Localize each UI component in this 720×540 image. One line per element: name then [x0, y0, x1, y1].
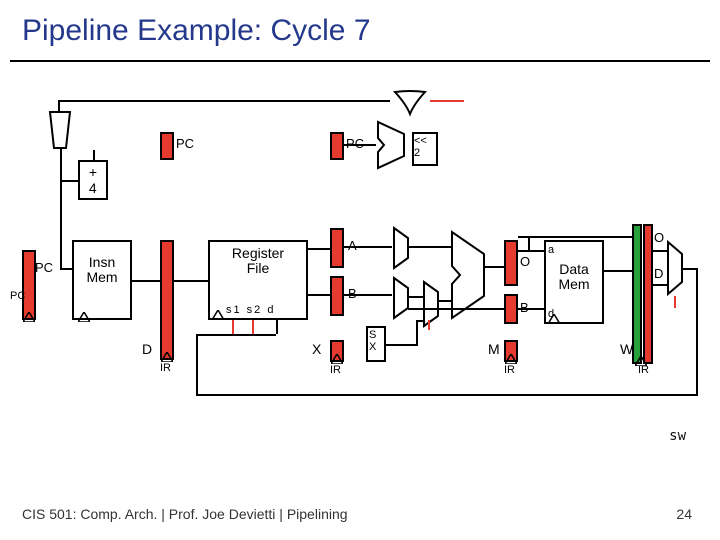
wire	[60, 180, 78, 182]
d-port-label: D	[654, 266, 663, 281]
wire	[344, 144, 376, 146]
dmem-label: Data Mem	[546, 262, 602, 291]
wire	[196, 334, 276, 336]
wire	[408, 308, 504, 310]
wire	[682, 268, 696, 270]
clock-triangle-icon	[23, 312, 35, 322]
wire	[132, 280, 160, 282]
wire	[430, 100, 464, 102]
wire	[58, 100, 390, 102]
x-label: X	[312, 342, 321, 357]
pc-port-label: PC	[35, 260, 53, 275]
wire	[518, 250, 544, 252]
shl2-label: << 2	[414, 136, 427, 159]
pc-label: PC	[10, 290, 25, 302]
wire	[344, 294, 392, 296]
pc-select-mux-icon	[48, 110, 72, 150]
wire	[428, 320, 430, 330]
wire	[308, 248, 330, 250]
ir2-label: IR	[330, 364, 341, 376]
insn-mem-label: Insn Mem	[74, 255, 130, 284]
wire	[518, 236, 632, 238]
wire	[528, 236, 530, 250]
wire	[674, 296, 676, 308]
wire	[409, 296, 423, 298]
diagram-canvas: PC PC + 4 Insn Mem PC D IR Register File…	[10, 90, 710, 420]
wire	[93, 150, 95, 160]
wire	[232, 320, 234, 334]
ifid-register	[160, 240, 174, 360]
ir3-label: IR	[504, 364, 515, 376]
page-title: Pipeline Example: Cycle 7	[22, 14, 371, 48]
wire	[196, 394, 698, 396]
clock-triangle-icon	[505, 354, 517, 364]
sx-label: S X	[369, 330, 376, 353]
alusrc-mux-icon	[422, 280, 440, 328]
wire	[484, 266, 504, 268]
wire	[60, 148, 62, 268]
clock-triangle-icon	[331, 354, 343, 364]
dmem-a-label: a	[548, 244, 554, 256]
idex-a	[330, 228, 344, 268]
exmem-b	[504, 294, 518, 324]
wire	[416, 320, 424, 322]
wire	[344, 246, 392, 248]
clock-triangle-icon	[212, 310, 224, 320]
idex-b	[330, 276, 344, 316]
wire	[174, 280, 208, 282]
alu-icon	[450, 230, 486, 320]
ir1-label: IR	[160, 362, 171, 374]
page-number: 24	[676, 506, 692, 522]
wire	[696, 268, 698, 394]
pipe-pc1-label: PC	[176, 136, 194, 151]
wire	[276, 320, 278, 334]
sw-annotation: sw	[669, 428, 686, 444]
wire	[439, 300, 451, 302]
memwb-o	[632, 224, 642, 364]
memwb-d	[643, 224, 653, 364]
wire	[409, 246, 451, 248]
wire	[196, 334, 198, 396]
exmem-o	[504, 240, 518, 286]
wire	[653, 250, 667, 252]
pipe-pc2	[330, 132, 344, 160]
clock-triangle-icon	[78, 312, 90, 322]
wire	[518, 308, 544, 310]
wire	[416, 320, 418, 346]
wire	[386, 344, 416, 346]
clock-triangle-icon	[548, 314, 560, 324]
clock-triangle-icon	[161, 352, 173, 362]
wire	[604, 270, 632, 272]
stage-d: D	[142, 342, 152, 357]
register-file-label: Register File	[212, 246, 304, 275]
stage-w: W	[620, 342, 633, 357]
pc-register	[22, 250, 36, 320]
o2-port-label: O	[654, 230, 664, 245]
pipe-pc1	[160, 132, 174, 160]
regfile-ports-label: s1 s2 d	[226, 304, 275, 316]
wire	[653, 284, 667, 286]
b-fwd-mux-icon	[392, 276, 410, 320]
a-fwd-mux-icon	[392, 226, 410, 270]
wire	[308, 294, 330, 296]
plus4-adder: + 4	[78, 160, 108, 200]
branch-adder-icon	[376, 120, 406, 170]
or-gate-icon	[390, 90, 430, 120]
footer-text: CIS 501: Comp. Arch. | Prof. Joe Deviett…	[22, 506, 348, 522]
clock-triangle-icon	[635, 356, 647, 366]
title-rule	[10, 60, 710, 62]
wire	[252, 320, 254, 334]
o1-port-label: O	[520, 254, 530, 269]
stage-m: M	[488, 342, 500, 357]
